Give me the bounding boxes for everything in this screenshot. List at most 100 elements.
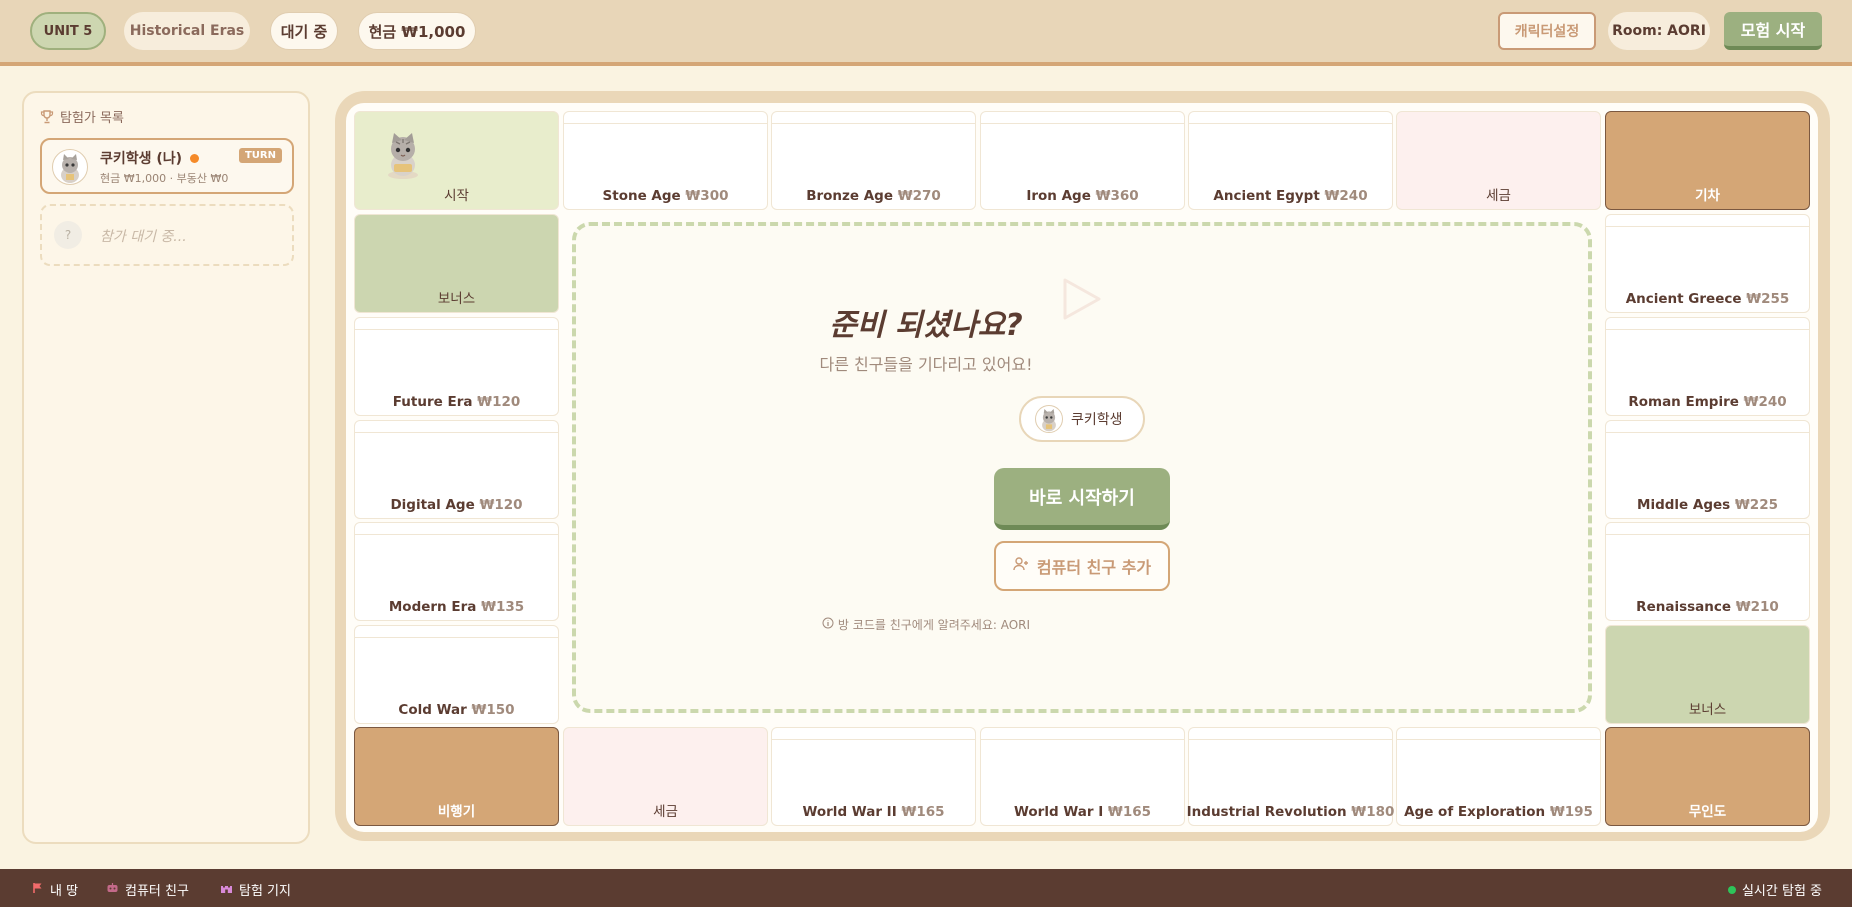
board-tile-bonus[interactable]: 보너스 <box>354 214 559 313</box>
board-tile-property[interactable]: Age of Exploration ₩195 <box>1396 727 1601 826</box>
tile-label: 기차 <box>1695 184 1720 204</box>
tile-price: ₩300 <box>685 188 729 204</box>
lobby-title: 준비 되셨나요? <box>829 308 1023 343</box>
player-name: 쿠키학생 (나) <box>100 148 200 168</box>
tile-name: Iron Age <box>1026 188 1091 204</box>
player-token[interactable] <box>380 131 426 181</box>
tile-label: Roman Empire ₩240 <box>1628 394 1786 410</box>
board-tile-bonus[interactable]: 보너스 <box>1605 625 1810 724</box>
player-assets: 현금 ₩1,000 · 부동산 ₩0 <box>100 172 229 185</box>
board-tile-plane[interactable]: 비행기 <box>354 727 559 826</box>
start-adventure-button[interactable]: 모험 시작 <box>1724 12 1822 50</box>
bot-friends-tab[interactable]: 컴퓨터 친구 <box>106 880 189 899</box>
board-tile-property[interactable]: Ancient Greece ₩255 <box>1605 214 1810 313</box>
board-tile-property[interactable]: Renaissance ₩210 <box>1605 522 1810 621</box>
board-tile-island[interactable]: 무인도 <box>1605 727 1810 826</box>
bot-friends-label: 컴퓨터 친구 <box>125 884 189 899</box>
start-now-button[interactable]: 바로 시작하기 <box>994 468 1170 530</box>
board-tile-property[interactable]: Stone Age ₩300 <box>563 111 768 210</box>
lobby-subtitle: 다른 친구들을 기다리고 있어요! <box>819 355 1033 374</box>
tile-name: Industrial Revolution <box>1186 804 1347 820</box>
tile-label: Renaissance ₩210 <box>1636 599 1779 615</box>
board-tile-property[interactable]: Modern Era ₩135 <box>354 522 559 621</box>
tile-name: Ancient Egypt <box>1213 188 1320 204</box>
bottom-bar: 내 땅 컴퓨터 친구 탐험 기지 실시간 탐험 중 <box>0 869 1852 907</box>
tile-name: Roman Empire <box>1628 394 1739 410</box>
top-bar: UNIT 5 Historical Eras 대기 중 현금 ₩1,000 캐릭… <box>0 0 1852 66</box>
user-plus-icon <box>1013 556 1029 576</box>
game-status-badge: 대기 중 <box>270 12 338 50</box>
tile-label: Ancient Egypt ₩240 <box>1213 188 1367 204</box>
tile-name: 보너스 <box>1688 702 1727 718</box>
board-tile-property[interactable]: Ancient Egypt ₩240 <box>1188 111 1393 210</box>
era-set-badge[interactable]: Historical Eras <box>124 12 250 50</box>
tile-label: Middle Ages ₩225 <box>1637 497 1778 513</box>
tile-price: ₩210 <box>1735 599 1779 615</box>
tile-label: Cold War ₩150 <box>398 702 514 718</box>
tile-label: 세금 <box>653 800 678 820</box>
avatar <box>52 149 88 185</box>
player-card-me[interactable]: 쿠키학생 (나) 현금 ₩1,000 · 부동산 ₩0 TURN <box>40 138 294 194</box>
flag-icon <box>32 882 44 898</box>
tile-name: 비행기 <box>437 804 476 820</box>
tile-price: ₩360 <box>1095 188 1139 204</box>
add-bot-button[interactable]: 컴퓨터 친구 추가 <box>994 541 1170 591</box>
tile-name: 무인도 <box>1688 804 1727 820</box>
unit-badge[interactable]: UNIT 5 <box>30 12 106 50</box>
tile-label: Bronze Age ₩270 <box>806 188 941 204</box>
tile-label: 세금 <box>1486 184 1511 204</box>
tile-label: World War I ₩165 <box>1014 804 1151 820</box>
turn-indicator-dot <box>190 153 200 163</box>
tile-label: Age of Exploration ₩195 <box>1404 804 1593 820</box>
character-settings-button[interactable]: 캐릭터설정 <box>1498 12 1596 50</box>
tile-name: World War II <box>802 804 897 820</box>
tile-name: 세금 <box>1486 188 1511 204</box>
cash-display: 현금 ₩1,000 <box>358 12 476 50</box>
tile-price: ₩225 <box>1734 497 1778 513</box>
board-tile-tax[interactable]: 세금 <box>1396 111 1601 210</box>
board-tile-property[interactable]: Cold War ₩150 <box>354 625 559 724</box>
info-icon <box>822 617 834 632</box>
board-tile-train[interactable]: 기차 <box>1605 111 1810 210</box>
board-tile-tax[interactable]: 세금 <box>563 727 768 826</box>
tile-name: 시작 <box>444 188 469 204</box>
tile-label: 보너스 <box>1689 698 1726 718</box>
tile-name: Future Era <box>392 394 473 410</box>
tile-name: Middle Ages <box>1637 497 1731 513</box>
explorer-list-label: 탐험가 목록 <box>60 111 124 126</box>
board-tile-property[interactable]: World War II ₩165 <box>771 727 976 826</box>
tile-price: ₩165 <box>1107 804 1151 820</box>
base-label: 탐험 기지 <box>239 884 291 899</box>
explorer-list-title: 탐험가 목록 <box>40 107 124 126</box>
tile-name: 기차 <box>1695 188 1720 204</box>
base-tab[interactable]: 탐험 기지 <box>220 880 291 899</box>
waiting-text: 참가 대기 중... <box>100 229 187 245</box>
board-tile-property[interactable]: Bronze Age ₩270 <box>771 111 976 210</box>
live-dot <box>1727 885 1736 894</box>
tile-name: Age of Exploration <box>1404 804 1546 820</box>
room-code-badge[interactable]: Room: AORI <box>1608 12 1710 50</box>
board-tile-property[interactable]: Digital Age ₩120 <box>354 420 559 519</box>
tile-price: ₩270 <box>897 188 941 204</box>
robot-icon <box>106 882 119 898</box>
lobby-player-name: 쿠키학생 <box>1071 412 1123 428</box>
tile-price: ₩120 <box>479 497 523 513</box>
tile-label: Industrial Revolution ₩180 <box>1187 804 1395 820</box>
board-tile-property[interactable]: Iron Age ₩360 <box>980 111 1185 210</box>
tile-label: Digital Age ₩120 <box>390 497 522 513</box>
tile-label: 무인도 <box>1689 800 1726 820</box>
tile-name: Modern Era <box>388 599 477 615</box>
tile-name: Renaissance <box>1636 599 1732 615</box>
my-land-tab[interactable]: 내 땅 <box>32 880 78 899</box>
empty-avatar: ? <box>54 221 82 249</box>
tile-label: 시작 <box>444 184 469 204</box>
tile-label: Stone Age ₩300 <box>603 188 729 204</box>
player-name-text: 쿠키학생 (나) <box>100 151 183 167</box>
board-tile-property[interactable]: World War I ₩165 <box>980 727 1185 826</box>
room-code-note: 방 코드를 친구에게 알려주세요: AORI <box>0 616 1852 633</box>
board-tile-property[interactable]: Industrial Revolution ₩180 <box>1187 727 1395 826</box>
avatar <box>1035 405 1063 433</box>
tile-name: Stone Age <box>602 188 681 204</box>
board-tile-property[interactable]: Middle Ages ₩225 <box>1605 420 1810 519</box>
castle-icon <box>220 882 233 898</box>
